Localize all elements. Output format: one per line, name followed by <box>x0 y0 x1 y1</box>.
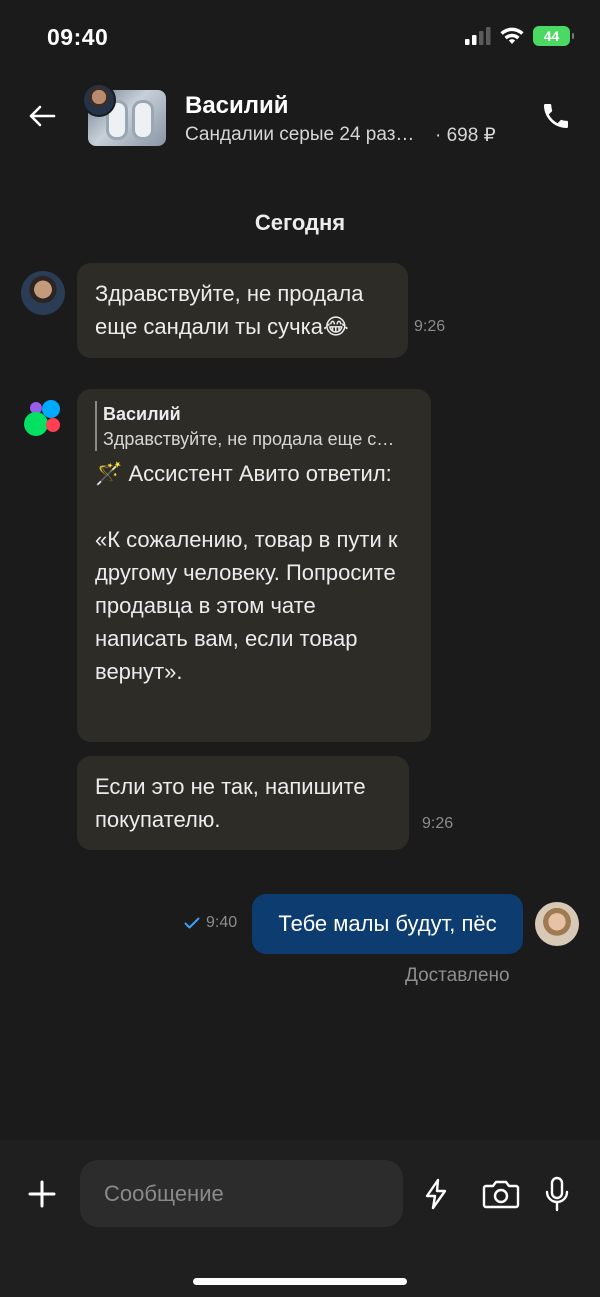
back-arrow-icon <box>29 105 56 127</box>
quote-author: Василий <box>103 404 181 424</box>
camera-icon <box>482 1180 520 1209</box>
contact-name[interactable]: Василий <box>185 92 289 120</box>
voice-message-button[interactable] <box>537 1174 577 1214</box>
message-text: Тебе малы будут, пёс <box>278 911 497 936</box>
plus-icon <box>28 1180 56 1208</box>
message-time: 9:26 <box>422 815 454 832</box>
incoming-message[interactable]: Если это не так, напишите покупателю. <box>77 756 409 850</box>
quote-text: Здравствуйте, не продала еще сандали ты … <box>103 429 403 449</box>
incoming-message[interactable]: Здравствуйте, не продала еще сандали ты … <box>77 263 408 358</box>
camera-button[interactable] <box>481 1174 521 1214</box>
my-avatar[interactable] <box>535 902 579 946</box>
battery-level: 44 <box>543 28 560 44</box>
call-button[interactable] <box>536 96 576 136</box>
phone-icon <box>544 104 568 128</box>
seller-avatar[interactable] <box>21 271 65 315</box>
wifi-icon <box>500 27 524 44</box>
assistant-message[interactable]: Василий Здравствуйте, не продала еще сан… <box>77 389 431 742</box>
back-button[interactable] <box>22 96 62 136</box>
attach-button[interactable] <box>22 1174 62 1214</box>
item-price: · 698 ₽ <box>435 125 496 146</box>
assistant-text: 🪄 Ассистент Авито ответил: «К сожалению,… <box>95 461 398 684</box>
outgoing-message[interactable]: Тебе малы будут, пёс <box>252 894 523 954</box>
sandal-image-right <box>132 100 154 140</box>
item-title: Сандалии серые 24 размер <box>185 124 425 145</box>
delivery-status: Доставлено <box>405 965 510 986</box>
signal-icon <box>465 27 491 45</box>
microphone-icon <box>545 1176 569 1212</box>
message-input[interactable] <box>80 1160 403 1227</box>
checkmark-icon <box>184 917 200 929</box>
message-time: 9:26 <box>414 318 446 335</box>
date-separator: Сегодня <box>254 210 346 235</box>
home-indicator[interactable] <box>193 1278 407 1285</box>
message-text: Если это не так, напишите покупателю. <box>95 774 366 832</box>
message-time: 9:40 <box>206 914 238 931</box>
quoted-message[interactable]: Василий Здравствуйте, не продала еще сан… <box>95 401 413 451</box>
status-icons: 44 <box>465 26 574 46</box>
lightning-icon <box>425 1178 447 1210</box>
outgoing-message-meta: 9:40 <box>184 914 237 932</box>
status-time: 09:40 <box>47 24 109 50</box>
message-text: Здравствуйте, не продала еще сандали ты … <box>95 281 364 339</box>
item-summary[interactable]: Сандалии серые 24 размер · 698 ₽ <box>185 124 496 147</box>
contact-avatar-small <box>82 83 116 117</box>
battery-indicator: 44 <box>533 26 574 46</box>
quick-reply-button[interactable] <box>416 1174 456 1214</box>
avito-logo-icon <box>24 398 64 438</box>
